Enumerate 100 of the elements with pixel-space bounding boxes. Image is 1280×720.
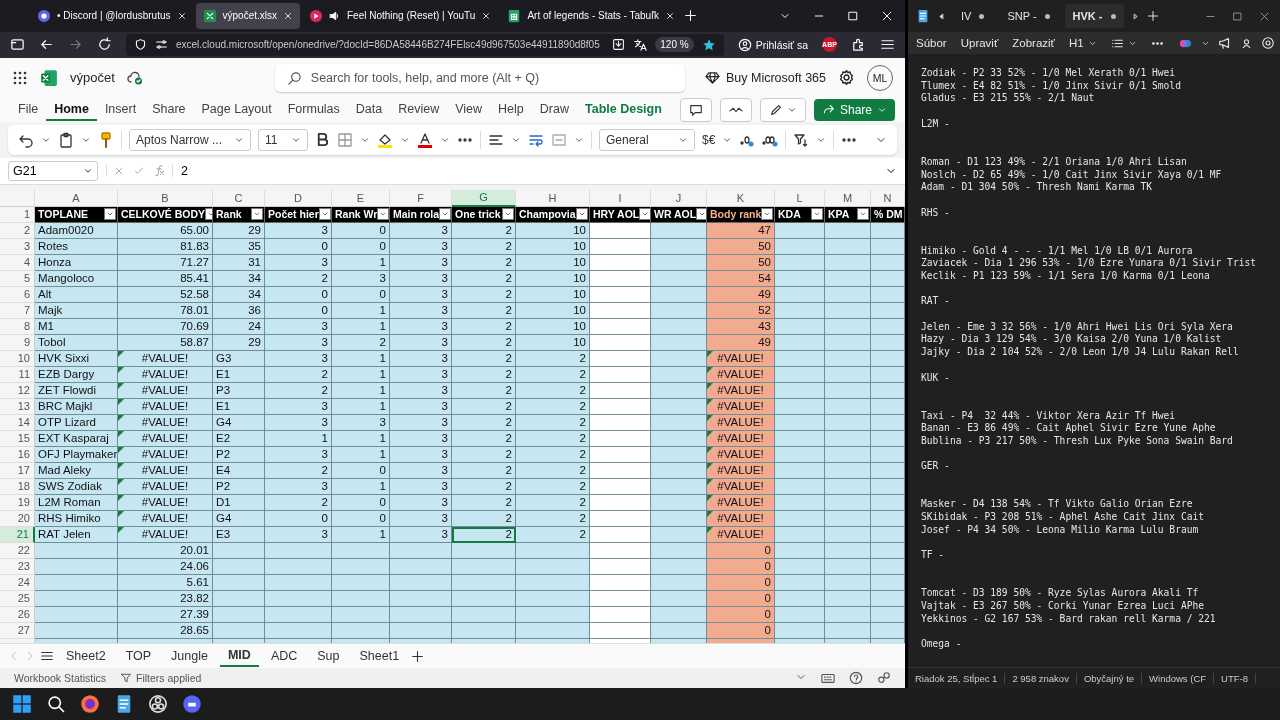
cell-value: #VALUE! xyxy=(717,352,764,365)
tab-title: IV xyxy=(961,10,972,22)
sheet-tab[interactable]: Sheet2 xyxy=(58,646,114,667)
column-header[interactable]: D xyxy=(265,189,332,207)
sheet-tab[interactable]: Sheet1 xyxy=(351,646,408,667)
browser-tab[interactable]: výpočet.xlsx xyxy=(195,2,300,29)
tab-title: SNP - xyxy=(1007,10,1037,22)
file-name[interactable]: výpočet xyxy=(70,70,115,86)
status-text: Windows (CF xyxy=(1142,672,1215,684)
cell-value: #VALUE! xyxy=(141,416,189,429)
header-label: Champovia xyxy=(519,208,576,221)
text-line: SKibidak - P3 208 51% - Aphel Ashe Cait Jinx Cait xyxy=(921,511,1206,524)
column-header[interactable]: E xyxy=(332,189,390,207)
name-box[interactable]: G21 xyxy=(8,160,98,181)
column-header[interactable]: K xyxy=(707,189,775,207)
header-label: HRY AOL xyxy=(593,208,640,221)
cell-value: #VALUE! xyxy=(717,480,764,493)
text-line: RHS - xyxy=(921,206,951,220)
header-label: KPA xyxy=(828,208,850,221)
column-header[interactable]: I xyxy=(590,189,651,207)
ribbon-tab[interactable]: Table Design xyxy=(577,98,670,121)
text-line: L2M - xyxy=(921,117,951,131)
editor-tab[interactable]: IV xyxy=(953,4,993,28)
cell-value: #VALUE! xyxy=(141,368,189,381)
column-header[interactable]: B xyxy=(118,189,213,207)
cell-value: #VALUE! xyxy=(141,496,189,509)
column-header[interactable]: M xyxy=(825,189,871,207)
text-line: Jajky - Dia 2 104 52% - 2/0 Leon 1/0 J4 Lulu Rakan Rell xyxy=(921,346,1240,359)
header-label: Main rola xyxy=(393,208,440,221)
header-label: KDA xyxy=(778,208,801,221)
column-header[interactable]: C xyxy=(213,189,265,207)
text-line: TF - xyxy=(921,549,946,562)
menu-item[interactable]: Zobraziť xyxy=(1012,37,1055,49)
browser-tab[interactable]: Feel Nothing (Reset) | YouTu xyxy=(302,2,499,29)
column-header[interactable]: H xyxy=(516,189,590,207)
url-text: excel.cloud.microsoft/open/onedrive/?docId=86DA58446B274FElsc49d967503e44911890d8f05 xyxy=(176,39,601,51)
sheet-tab[interactable]: Sup xyxy=(309,646,348,667)
column-header[interactable]: A xyxy=(35,189,118,207)
text-line: Masker - D4 138 54% - Tf Vikto Galio Orian Ezre xyxy=(921,498,1194,512)
cell-value: #VALUE! xyxy=(717,400,764,413)
font-size-dropdown[interactable]: 11 xyxy=(258,128,308,151)
cell-value: #VALUE! xyxy=(141,352,189,365)
text-line: Jelen - Eme 3 32 56% - 1/0 Ahri Hwei Lis Ori Syla Xera xyxy=(921,320,1234,334)
menu-item[interactable]: Upraviť xyxy=(960,37,999,49)
text-line: Noslch - D2 65 49% - 1/0 Cait Jinx Sivir Xaya 0/1 MF xyxy=(921,168,1223,182)
ribbon-tab[interactable]: Help xyxy=(490,98,532,121)
sign-in-button[interactable]: Prihlásiť sa xyxy=(737,37,808,52)
formula-field[interactable]: 2 xyxy=(181,163,877,178)
status-text: 2 958 znakov xyxy=(1005,672,1077,684)
buy-button[interactable]: Buy Microsoft 365 xyxy=(704,70,826,86)
sheet-tab[interactable]: TOP xyxy=(117,646,160,667)
text-line: GER - xyxy=(921,460,951,473)
text-line: Hazy - Dia 3 129 54% - 3/0 Kaisa 2/0 Yuna 1/0 Kalist xyxy=(921,333,1223,347)
header-label: % DM xyxy=(874,208,903,221)
address-field[interactable]: excel.cloud.microsoft/open/onedrive/?docId=86DA58446B274FElsc49d967503e44911890d8f05 120 % xyxy=(126,33,724,56)
cell-value: #VALUE! xyxy=(141,480,189,493)
heading-dropdown[interactable]: H1 xyxy=(1068,37,1097,49)
share-button[interactable]: Share xyxy=(813,98,895,121)
header-label: One trick xyxy=(455,208,501,221)
editor-tab[interactable]: SNP - xyxy=(999,4,1058,28)
ribbon-tab[interactable]: Home xyxy=(46,98,97,121)
column-header[interactable]: J xyxy=(651,189,707,207)
text-line: Keclik - P1 123 59% - 1/1 Sera 1/0 Karma 0/1 Leona xyxy=(921,270,1211,283)
font-dropdown[interactable]: Aptos Narrow ... xyxy=(129,128,251,151)
menu-item[interactable]: Súbor xyxy=(916,37,947,49)
text-line: Tomcat - D3 189 50% - Ryze Sylas Aurora Akali Tf xyxy=(921,587,1200,600)
zoom-level[interactable]: 120 % xyxy=(655,37,694,53)
header-label: TOPLANE xyxy=(38,208,88,221)
column-header[interactable]: G xyxy=(452,189,516,207)
text-line: Yekkinos - G2 167 53% - Bard rakan rell Karma / 221 xyxy=(921,612,1217,626)
sheet-tab[interactable]: ADC xyxy=(262,646,306,667)
ribbon-tab[interactable]: Formulas xyxy=(279,98,348,121)
header-label: WR AOL xyxy=(654,208,697,221)
text-line: Roman - D1 123 49% - 2/1 Oriana 1/0 Ahri Lisan xyxy=(921,155,1188,169)
text-line: Zodiak - P2 33 52% - 1/0 Mel Xerath 0/1 Hwei xyxy=(921,67,1177,80)
ribbon-tab[interactable]: Share xyxy=(144,98,194,121)
cell-value: #VALUE! xyxy=(717,496,764,509)
browser-tab[interactable]: • Discord | @lordusbrutus xyxy=(30,2,194,29)
ribbon-tab[interactable]: File xyxy=(10,98,47,121)
header-label: Body rank xyxy=(710,208,762,221)
ribbon-tab[interactable]: Draw xyxy=(531,98,577,121)
sheet-tab[interactable]: Jungle xyxy=(163,646,216,667)
cell-value: #VALUE! xyxy=(141,384,189,397)
status-text: Riadok 25, Stĺpec 1 xyxy=(908,672,1006,684)
search-field[interactable]: Search for tools, help, and more (Alt + Q) xyxy=(274,63,685,92)
ribbon-tab[interactable]: Review xyxy=(390,98,448,121)
ribbon-tab[interactable]: Insert xyxy=(96,98,145,121)
status-text[interactable]: Workbook Statistics xyxy=(14,672,106,685)
header-label: Počet hier xyxy=(268,208,319,221)
header-label: CELKOVÉ BODY xyxy=(121,208,205,221)
ribbon-tab[interactable]: Page Layout xyxy=(193,98,280,121)
column-header[interactable]: L xyxy=(775,189,825,207)
cell-value: #VALUE! xyxy=(141,432,189,445)
text-line: Bublina - P3 217 50% - Thresh Lux Pyke Sona Swain Bard xyxy=(921,434,1234,448)
editor-tab[interactable]: HVK - xyxy=(1064,4,1124,28)
number-format-dropdown[interactable]: General xyxy=(599,128,695,151)
browser-tab[interactable]: Art of legends - Stats - Tabuľk xyxy=(500,2,683,29)
ribbon-tab[interactable]: Data xyxy=(347,98,391,121)
ribbon-tab[interactable]: View xyxy=(447,98,491,121)
currency-format-button[interactable]: $€ xyxy=(702,132,716,147)
